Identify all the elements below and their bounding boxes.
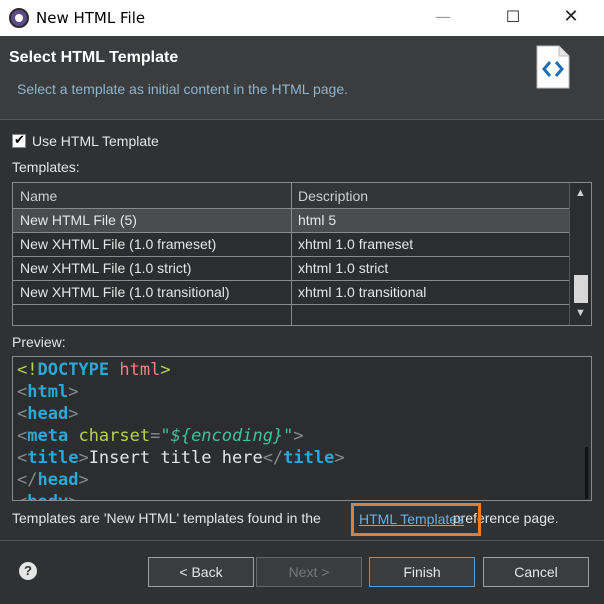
- use-template-checkbox[interactable]: [12, 132, 26, 148]
- template-name: New HTML File (5): [20, 212, 137, 228]
- eclipse-app-icon: [9, 8, 29, 28]
- template-description: xhtml 1.0 frameset: [298, 236, 414, 252]
- template-description: html 5: [298, 212, 337, 228]
- code-token: meta: [27, 426, 69, 446]
- column-divider: [291, 183, 292, 325]
- preview-scrollbar[interactable]: [585, 447, 588, 499]
- template-name: New XHTML File (1.0 frameset): [20, 236, 217, 252]
- maximize-button[interactable]: ☐: [490, 0, 536, 36]
- code-token: html: [119, 360, 161, 380]
- html-templates-link[interactable]: HTML Templates: [359, 511, 464, 527]
- table-scrollbar[interactable]: ▲ ▼: [569, 183, 591, 325]
- close-button[interactable]: ✕: [548, 0, 594, 36]
- column-header-name[interactable]: Name: [20, 188, 57, 204]
- window-title: New HTML File: [36, 9, 146, 27]
- title-bar: New HTML File — ☐ ✕: [0, 0, 604, 36]
- code-token: DOCTYPE: [37, 360, 110, 380]
- minimize-button[interactable]: —: [420, 0, 466, 36]
- template-name: New XHTML File (1.0 transitional): [20, 284, 230, 300]
- preview-pane[interactable]: <!DOCTYPE html> <html> <head> <meta char…: [12, 356, 592, 501]
- back-button[interactable]: < Back: [148, 557, 254, 587]
- code-token: html: [27, 382, 69, 402]
- cancel-button[interactable]: Cancel: [483, 557, 589, 587]
- code-token: title: [283, 448, 335, 468]
- page-description: Select a template as initial content in …: [17, 81, 348, 97]
- preview-code: <!DOCTYPE html> <html> <head> <meta char…: [17, 359, 345, 500]
- column-header-description[interactable]: Description: [298, 188, 368, 204]
- templates-label: Templates:: [12, 159, 80, 175]
- scroll-thumb[interactable]: [574, 275, 588, 303]
- code-token: body: [27, 492, 68, 500]
- template-name: New XHTML File (1.0 strict): [20, 260, 192, 276]
- code-token: Insert title here: [88, 448, 263, 468]
- template-description: xhtml 1.0 strict: [298, 260, 389, 276]
- code-token: "${encoding}": [160, 426, 294, 446]
- code-token: head: [27, 404, 69, 424]
- page-title: Select HTML Template: [9, 49, 179, 66]
- template-description: xhtml 1.0 transitional: [298, 284, 427, 300]
- templates-table[interactable]: Name Description New HTML File (5) html …: [12, 182, 592, 326]
- code-token: charset: [78, 426, 151, 446]
- help-icon[interactable]: ?: [19, 562, 37, 580]
- button-bar-divider: [0, 540, 604, 541]
- html-templates-link-highlight[interactable]: HTML Templates: [351, 503, 481, 536]
- scroll-up-icon[interactable]: ▲: [575, 187, 586, 199]
- code-token: title: [27, 448, 79, 468]
- finish-button[interactable]: Finish: [369, 557, 475, 587]
- footnote-before: Templates are 'New HTML' templates found…: [12, 510, 321, 526]
- use-template-label[interactable]: Use HTML Template: [32, 133, 159, 149]
- next-button[interactable]: Next >: [256, 557, 362, 587]
- code-token: head: [37, 470, 79, 490]
- preview-label: Preview:: [12, 334, 66, 350]
- scroll-down-icon[interactable]: ▼: [575, 307, 586, 319]
- html-file-icon: [536, 45, 570, 89]
- wizard-header: Select HTML Template Select a template a…: [0, 36, 604, 120]
